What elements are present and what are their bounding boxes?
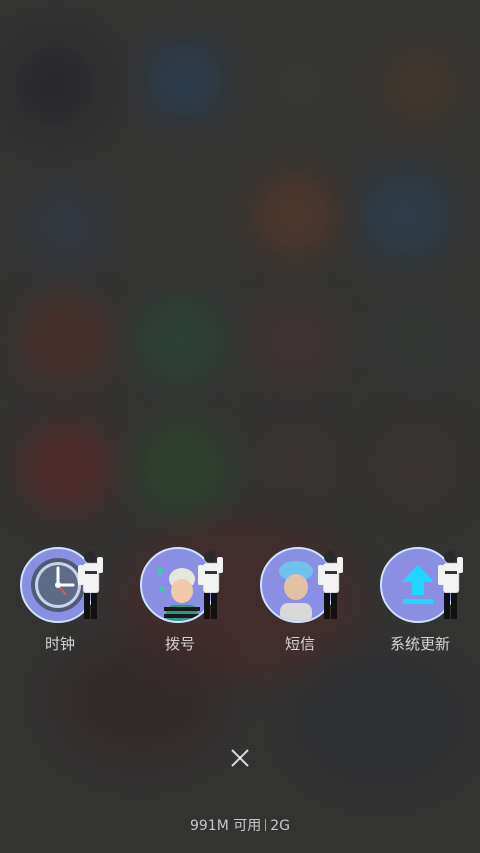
blurred-home-screen-background	[0, 0, 480, 853]
memory-status: 991M 可用 2G	[0, 815, 480, 835]
mascot-figure-icon	[438, 551, 463, 619]
app-label-system-update: 系统更新	[389, 635, 450, 653]
app-label-clock: 时钟	[44, 635, 75, 653]
memory-total: 2G	[270, 818, 291, 834]
memory-available: 991M 可用	[189, 818, 262, 834]
app-label-messages: 短信	[284, 635, 315, 653]
close-button[interactable]	[226, 744, 254, 772]
mascot-figure-icon	[318, 551, 343, 619]
mascot-figure-icon	[78, 551, 103, 619]
close-icon	[231, 749, 249, 767]
app-label-dialer: 拨号	[164, 635, 195, 653]
mascot-figure-icon	[198, 551, 223, 619]
recent-apps-row: 时钟 拨号 短信 系统更新	[0, 547, 480, 657]
memory-divider	[265, 819, 267, 831]
